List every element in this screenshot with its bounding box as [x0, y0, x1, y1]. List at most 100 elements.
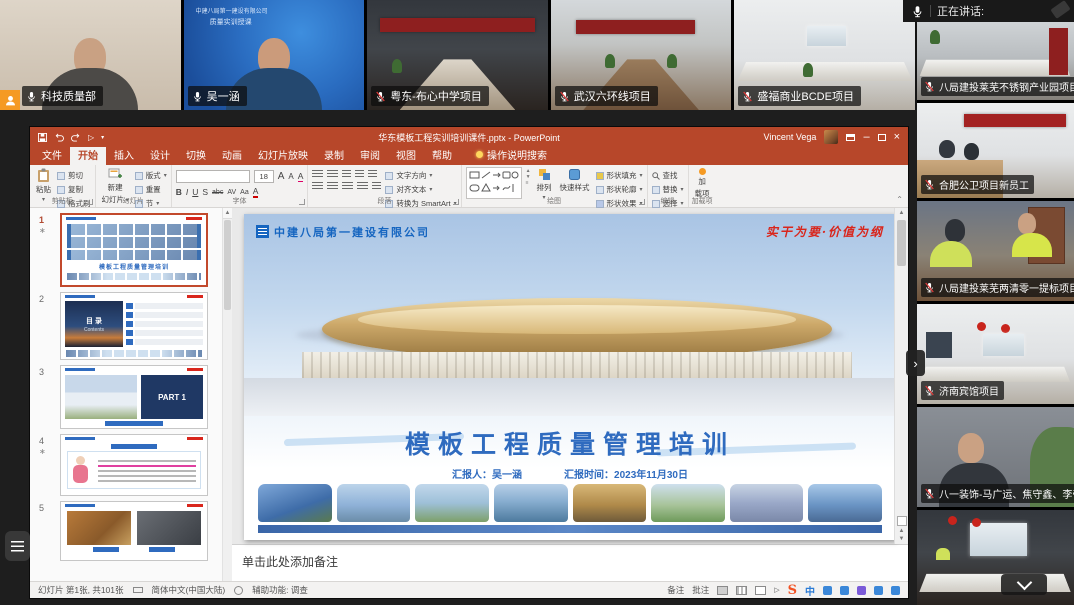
slideshow-icon[interactable]: ▷ — [88, 133, 94, 142]
undo-icon[interactable] — [54, 133, 64, 142]
accessibility-label[interactable]: 辅助功能: 调查 — [252, 584, 308, 596]
tab-file[interactable]: 文件 — [34, 145, 70, 165]
video-tile[interactable] — [917, 510, 1074, 605]
shapes-gallery-scroll[interactable]: ▲▼≡ — [526, 167, 531, 187]
dialog-launcher-icon[interactable] — [299, 199, 305, 205]
change-case-button[interactable]: Aa — [240, 189, 249, 196]
font-name-box[interactable] — [176, 170, 250, 183]
ime-logo-icon[interactable]: S — [788, 583, 797, 598]
split-handle[interactable] — [897, 516, 907, 526]
reading-view-button[interactable] — [755, 586, 766, 595]
font-size-box[interactable]: 18 — [254, 170, 274, 183]
slide-thumbnail[interactable]: PART 1 — [60, 365, 208, 429]
video-tile[interactable]: 盛福商业BCDE项目 — [734, 0, 915, 110]
editor-scrollbar[interactable]: ▲ ▲ ▼ — [894, 208, 908, 544]
video-tile[interactable]: 八一装饰-马广运、焦守鑫、李帝坤 — [917, 407, 1074, 507]
tab-design[interactable]: 设计 — [142, 145, 178, 165]
comments-toggle-button[interactable]: 批注 — [692, 584, 709, 596]
slide-canvas[interactable]: 中建八局第一建设有限公司 实干为要·价值为纲 模板工程质量管理培训 — [244, 214, 896, 540]
normal-view-button[interactable] — [717, 586, 728, 595]
sidebar-collapse-button[interactable] — [1001, 574, 1047, 595]
maximize-button[interactable] — [878, 134, 886, 141]
video-tile[interactable]: 济南宾馆项目 — [917, 304, 1074, 404]
line-spacing-icon[interactable] — [368, 170, 377, 179]
video-tile[interactable]: 科技质量部 — [0, 0, 181, 110]
tab-insert[interactable]: 插入 — [106, 145, 142, 165]
shape-fill-button[interactable]: 形状填充▾ — [596, 170, 643, 181]
tab-record[interactable]: 录制 — [316, 145, 352, 165]
align-center-icon[interactable] — [327, 182, 338, 191]
language-label[interactable]: 简体中文(中国大陆) — [152, 584, 226, 596]
scrollbar-thumb[interactable] — [224, 220, 231, 310]
tab-transitions[interactable]: 切换 — [178, 145, 214, 165]
video-tile[interactable]: 合肥公卫项目新员工 — [917, 103, 1074, 198]
video-tile[interactable]: 八局建投莱芜两清零一提标项目 — [917, 201, 1074, 301]
character-spacing-button[interactable]: AV — [227, 189, 236, 196]
video-tile[interactable]: 中建八局第一建设有限公司 质量实训授课 吴一涵 — [184, 0, 365, 110]
close-button[interactable]: × — [894, 132, 900, 143]
sidebar-expand-button[interactable]: › — [906, 350, 925, 376]
ime-emoji-icon[interactable] — [857, 586, 866, 595]
dialog-launcher-icon[interactable] — [639, 199, 645, 205]
justify-icon[interactable] — [357, 182, 368, 191]
panel-scrollbar[interactable]: ▲ — [222, 208, 232, 581]
columns-icon[interactable] — [372, 182, 381, 191]
align-text-button[interactable]: 对齐文本▾ — [385, 184, 456, 195]
tab-help[interactable]: 帮助 — [424, 145, 460, 165]
quick-styles-button[interactable]: 快速样式 — [558, 167, 592, 194]
next-slide-button[interactable]: ▼ — [899, 536, 905, 542]
tab-review[interactable]: 审阅 — [352, 145, 388, 165]
numbering-icon[interactable] — [327, 170, 338, 179]
reset-button[interactable]: 重置 — [135, 184, 167, 195]
clear-format-icon[interactable]: A — [298, 171, 304, 182]
notes-pane[interactable]: 单击此处添加备注 — [232, 544, 908, 581]
slide-thumbnail[interactable] — [60, 501, 208, 561]
slide-sorter-view-button[interactable] — [736, 586, 747, 595]
dialog-launcher-icon[interactable] — [453, 199, 459, 205]
slide-thumbnail[interactable]: 模板工程质量管理培训 — [60, 213, 208, 287]
tab-animations[interactable]: 动画 — [214, 145, 250, 165]
grow-font-icon[interactable]: A — [278, 171, 285, 182]
video-tile[interactable]: 武汉六环线项目 — [551, 0, 732, 110]
tab-slideshow[interactable]: 幻灯片放映 — [250, 145, 316, 165]
minimize-button[interactable]: – — [863, 132, 869, 143]
meeting-list-button[interactable] — [5, 531, 30, 561]
find-button[interactable]: 查找 — [652, 170, 684, 181]
notes-toggle-button[interactable]: 备注 — [667, 584, 684, 596]
collapse-ribbon-icon[interactable]: ⌃ — [896, 195, 903, 204]
align-right-icon[interactable] — [342, 182, 353, 191]
slide-thumbnail[interactable] — [60, 434, 208, 496]
slideshow-view-button[interactable]: ▷ — [774, 586, 779, 594]
qat-more-icon[interactable]: ▾ — [101, 134, 104, 141]
replace-button[interactable]: 替换▾ — [652, 184, 684, 195]
align-left-icon[interactable] — [312, 182, 323, 191]
tab-home[interactable]: 开始 — [70, 145, 106, 165]
increase-indent-icon[interactable] — [355, 170, 364, 179]
tab-view[interactable]: 视图 — [388, 145, 424, 165]
text-direction-button[interactable]: 文字方向▾ — [385, 170, 456, 181]
decrease-indent-icon[interactable] — [342, 170, 351, 179]
scrollbar-thumb[interactable] — [897, 220, 906, 266]
tell-me-search[interactable]: 操作说明搜索 — [476, 147, 547, 165]
strikethrough-button[interactable]: abc — [212, 189, 223, 196]
video-tile[interactable]: 八局建投莱芜不锈钢产业园项目 — [917, 22, 1074, 100]
bullets-icon[interactable] — [312, 170, 323, 179]
save-icon[interactable] — [38, 133, 47, 142]
shrink-font-icon[interactable]: A — [288, 172, 293, 181]
scroll-up-arrow[interactable]: ▲ — [895, 208, 908, 216]
shape-outline-button[interactable]: 形状轮廓▾ — [596, 184, 643, 195]
ribbon-display-options-icon[interactable] — [846, 134, 855, 141]
ime-skin-icon[interactable] — [874, 586, 883, 595]
cut-button[interactable]: 剪切 — [57, 170, 91, 181]
shapes-gallery[interactable] — [466, 167, 522, 199]
account-name[interactable]: Vincent Vega — [764, 132, 817, 142]
slide-thumbnail[interactable]: 目 录 Contents — [60, 292, 208, 360]
ime-toolbox-icon[interactable] — [891, 586, 900, 595]
ime-voice-icon[interactable] — [840, 586, 849, 595]
layout-button[interactable]: 版式▾ — [135, 170, 167, 181]
ime-punctuation-icon[interactable] — [823, 586, 832, 595]
redo-icon[interactable] — [71, 133, 81, 142]
dialog-launcher-icon[interactable] — [87, 199, 93, 205]
avatar[interactable] — [824, 130, 838, 144]
keyboard-language-icon[interactable] — [133, 587, 143, 593]
